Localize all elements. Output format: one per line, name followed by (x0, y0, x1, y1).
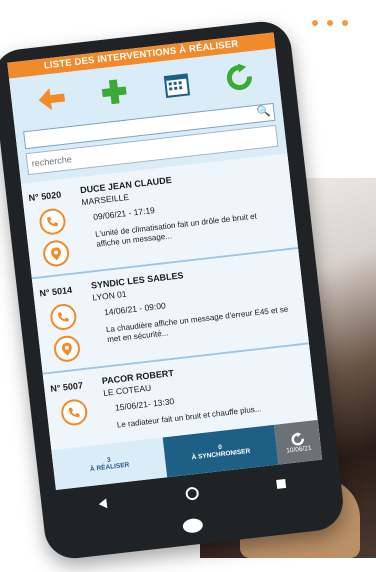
interventions-list: N° 5020 DUCE JEAN CLAUDE MARSEILLE 09/06… (21, 153, 320, 471)
calendar-icon[interactable] (159, 67, 194, 102)
last-sync-date: 10/06/21 (285, 444, 312, 455)
client-name: SYNDIC LES SABLES (90, 270, 185, 291)
nav-recents-icon[interactable] (275, 477, 287, 489)
intervention-date: 15/06/21- 13:30 (114, 396, 175, 413)
phone-icon[interactable] (48, 302, 78, 332)
search-icon[interactable]: 🔍 (256, 104, 271, 118)
intervention-date: 14/06/21 - 09:00 (103, 300, 167, 318)
app-screen: LISTE DES INTERVENTIONS À RÉALISER 🔍 N° (7, 32, 323, 490)
nav-back-icon[interactable] (96, 497, 109, 510)
intervention-number: N° 5007 (49, 380, 84, 394)
refresh-icon[interactable] (221, 60, 256, 95)
client-city: LYON 01 (91, 288, 128, 303)
decorative-dots (312, 20, 348, 26)
phone-icon[interactable] (38, 207, 67, 237)
nav-home-icon[interactable] (184, 486, 199, 501)
map-pin-icon[interactable] (41, 239, 71, 268)
intervention-date: 09/06/21 - 17:19 (92, 205, 156, 222)
back-arrow-icon[interactable] (33, 81, 68, 116)
intervention-number: N° 5020 (28, 189, 62, 204)
phone-icon[interactable] (59, 398, 89, 427)
sync-button[interactable]: 10/06/21 (273, 419, 323, 465)
phone-mockup: LISTE DES INTERVENTIONS À RÉALISER 🔍 N° (0, 18, 347, 562)
intervention-number: N° 5014 (39, 284, 73, 299)
map-pin-icon[interactable] (52, 334, 82, 364)
add-icon[interactable] (96, 74, 131, 109)
realiser-label: À RÉALISER (89, 461, 130, 473)
